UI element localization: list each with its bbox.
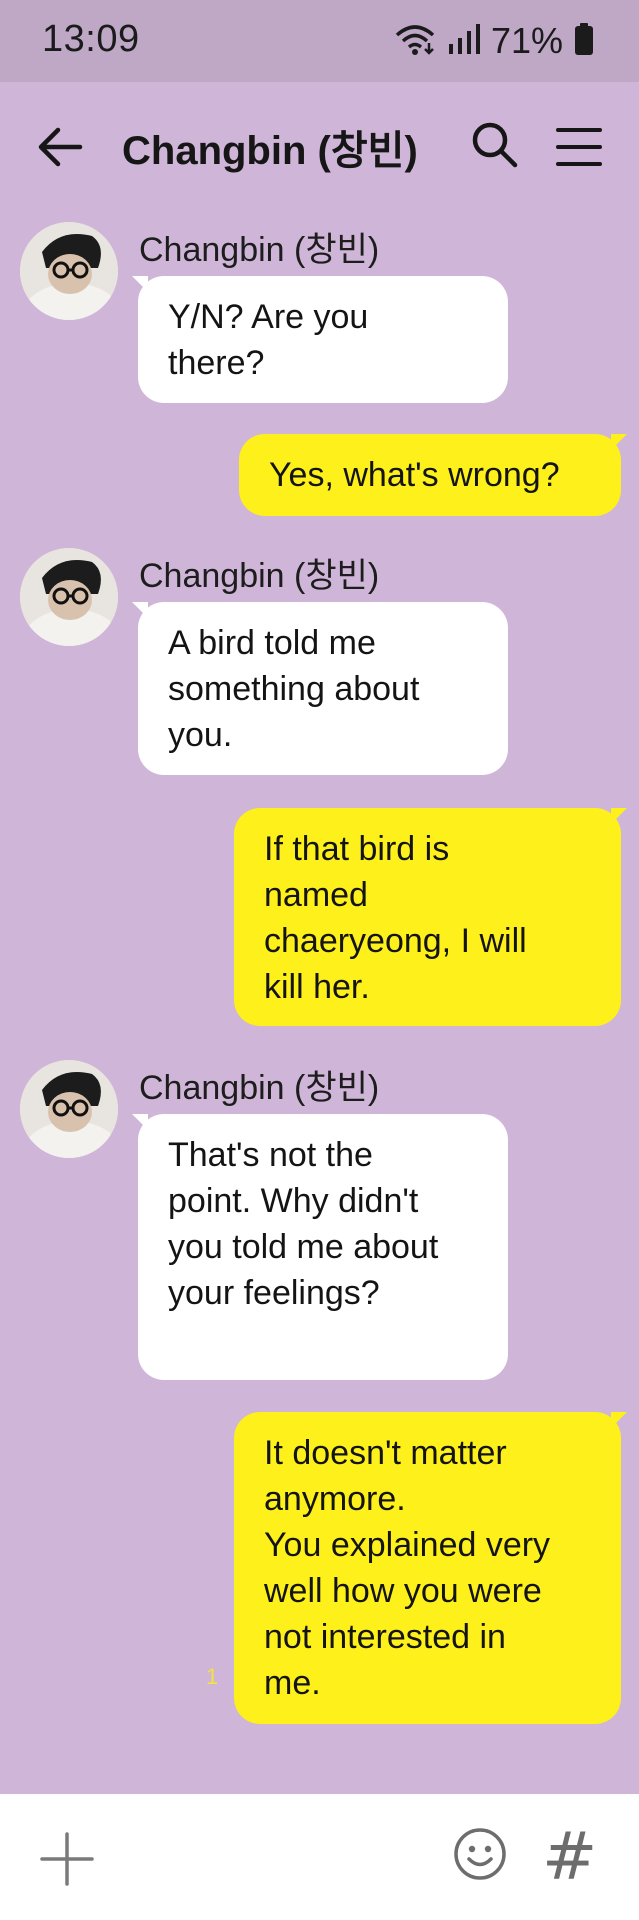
avatar[interactable] [20, 1060, 118, 1158]
avatar[interactable] [20, 222, 118, 320]
sender-name: Changbin (창빈) [139, 231, 380, 269]
incoming-message-bubble[interactable]: That's not the point. Why didn't you tol… [132, 1114, 508, 1380]
message-line: there? [168, 344, 265, 382]
message-line: If that bird is [264, 830, 450, 868]
message-line: you told me about [168, 1228, 439, 1266]
message-line: something about [168, 670, 420, 708]
chat-header: Changbin (창빈) [0, 82, 639, 210]
search-icon[interactable] [470, 120, 520, 170]
plus-icon[interactable] [38, 1830, 96, 1888]
chat-title: Changbin (창빈) [122, 129, 418, 173]
message-line: You explained very [264, 1526, 551, 1564]
hashtag-icon[interactable]: # [542, 1818, 597, 1895]
message-line: kill her. [264, 968, 370, 1006]
message-input-bar[interactable]: # [0, 1794, 639, 1920]
sender-name: Changbin (창빈) [139, 1069, 380, 1107]
outgoing-message-bubble[interactable]: Yes, what's wrong? [239, 434, 627, 516]
message-line: That's not the [168, 1136, 373, 1174]
message-line: It doesn't matter [264, 1434, 507, 1472]
message-line: named [264, 876, 368, 914]
outgoing-message-bubble[interactable]: If that bird is named chaeryeong, I will… [234, 808, 627, 1026]
status-time: 13:09 [42, 18, 140, 60]
battery-icon [573, 22, 595, 61]
message-line: not interested in [264, 1618, 506, 1656]
message-line: me. [264, 1664, 321, 1702]
message-line: Y/N? Are you [168, 298, 369, 336]
battery-percentage: 71% [490, 20, 563, 61]
sender-name: Changbin (창빈) [139, 557, 380, 595]
wifi-icon [393, 21, 437, 62]
unread-count: 1 [206, 1664, 219, 1689]
message-line: point. Why didn't [168, 1182, 419, 1220]
back-arrow-icon[interactable] [36, 122, 86, 172]
status-icons: 71% [393, 18, 595, 64]
message-line: Yes, what's wrong? [269, 456, 560, 494]
status-bar: 13:09 71% [0, 0, 639, 82]
avatar[interactable] [20, 548, 118, 646]
incoming-message-bubble[interactable]: Y/N? Are you there? [132, 276, 508, 403]
message-line: anymore. [264, 1480, 406, 1518]
message-line: you. [168, 716, 233, 754]
incoming-message-bubble[interactable]: A bird told me something about you. [132, 602, 508, 775]
message-line: well how you were [264, 1572, 542, 1610]
message-line: chaeryeong, I will [264, 922, 527, 960]
message-line: your feelings? [168, 1274, 380, 1312]
message-line: A bird told me [168, 624, 376, 662]
signal-icon [447, 22, 481, 61]
outgoing-message-bubble[interactable]: It doesn't matter anymore. You explained… [234, 1412, 627, 1724]
menu-icon[interactable] [554, 122, 604, 172]
emoji-icon[interactable] [452, 1826, 508, 1882]
